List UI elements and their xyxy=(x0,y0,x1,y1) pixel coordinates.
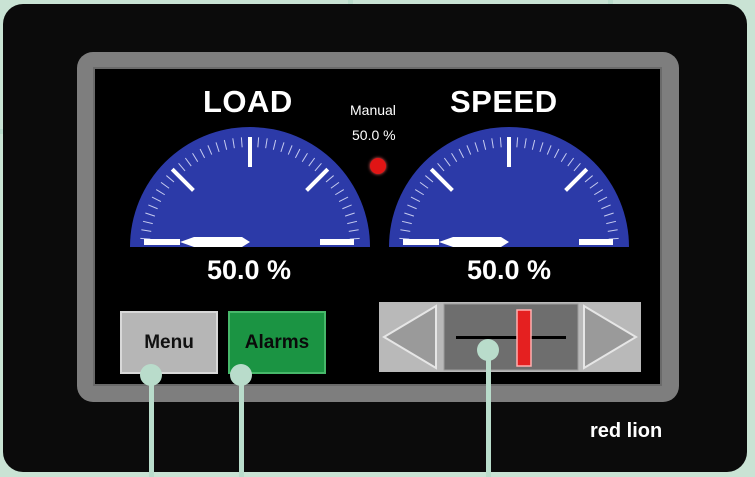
manual-label: Manual xyxy=(350,102,396,118)
slider-left-arrow[interactable] xyxy=(380,304,440,370)
slider-right-arrow[interactable] xyxy=(580,304,640,370)
manual-indicator-led xyxy=(370,158,386,174)
callout-line-menu xyxy=(149,370,154,477)
red-lion-logo: red lion xyxy=(590,420,663,442)
speed-title: SPEED xyxy=(450,84,558,119)
speed-readout: 50.0 % xyxy=(467,255,552,285)
load-readout: 50.0 % xyxy=(207,255,292,285)
speed-gauge xyxy=(389,127,629,247)
load-gauge xyxy=(130,127,370,247)
menu-button[interactable]: Menu xyxy=(120,311,218,374)
slider-track[interactable] xyxy=(443,303,579,371)
load-title: LOAD xyxy=(203,84,293,119)
callout-line-alarms xyxy=(239,370,244,477)
callout-line-slider xyxy=(486,345,491,477)
